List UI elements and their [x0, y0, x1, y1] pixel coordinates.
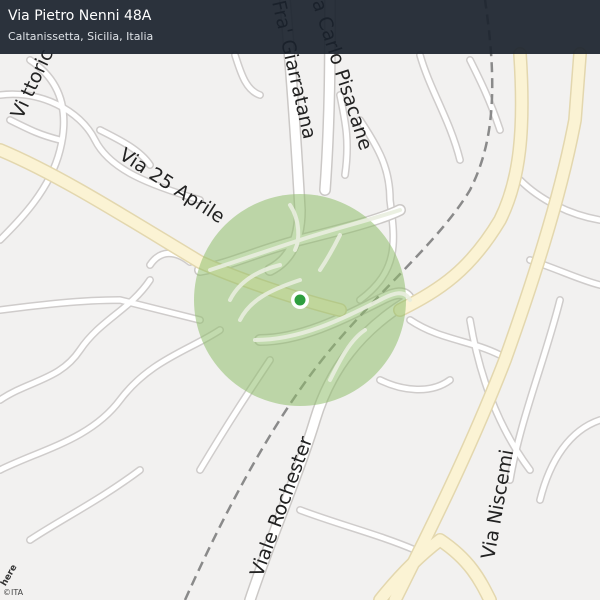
map-copyright: ©ITA [3, 588, 24, 597]
location-marker-dot [294, 294, 306, 306]
location-header: Via Pietro Nenni 48A Caltanissetta, Sici… [0, 0, 600, 54]
map-canvas[interactable]: Via 25 Aprile Fra' Giarratana a Carlo Pi… [0, 0, 600, 600]
address-subtitle: Caltanissetta, Sicilia, Italia [8, 30, 154, 43]
address-title: Via Pietro Nenni 48A [8, 8, 152, 24]
location-marker[interactable] [291, 291, 309, 309]
